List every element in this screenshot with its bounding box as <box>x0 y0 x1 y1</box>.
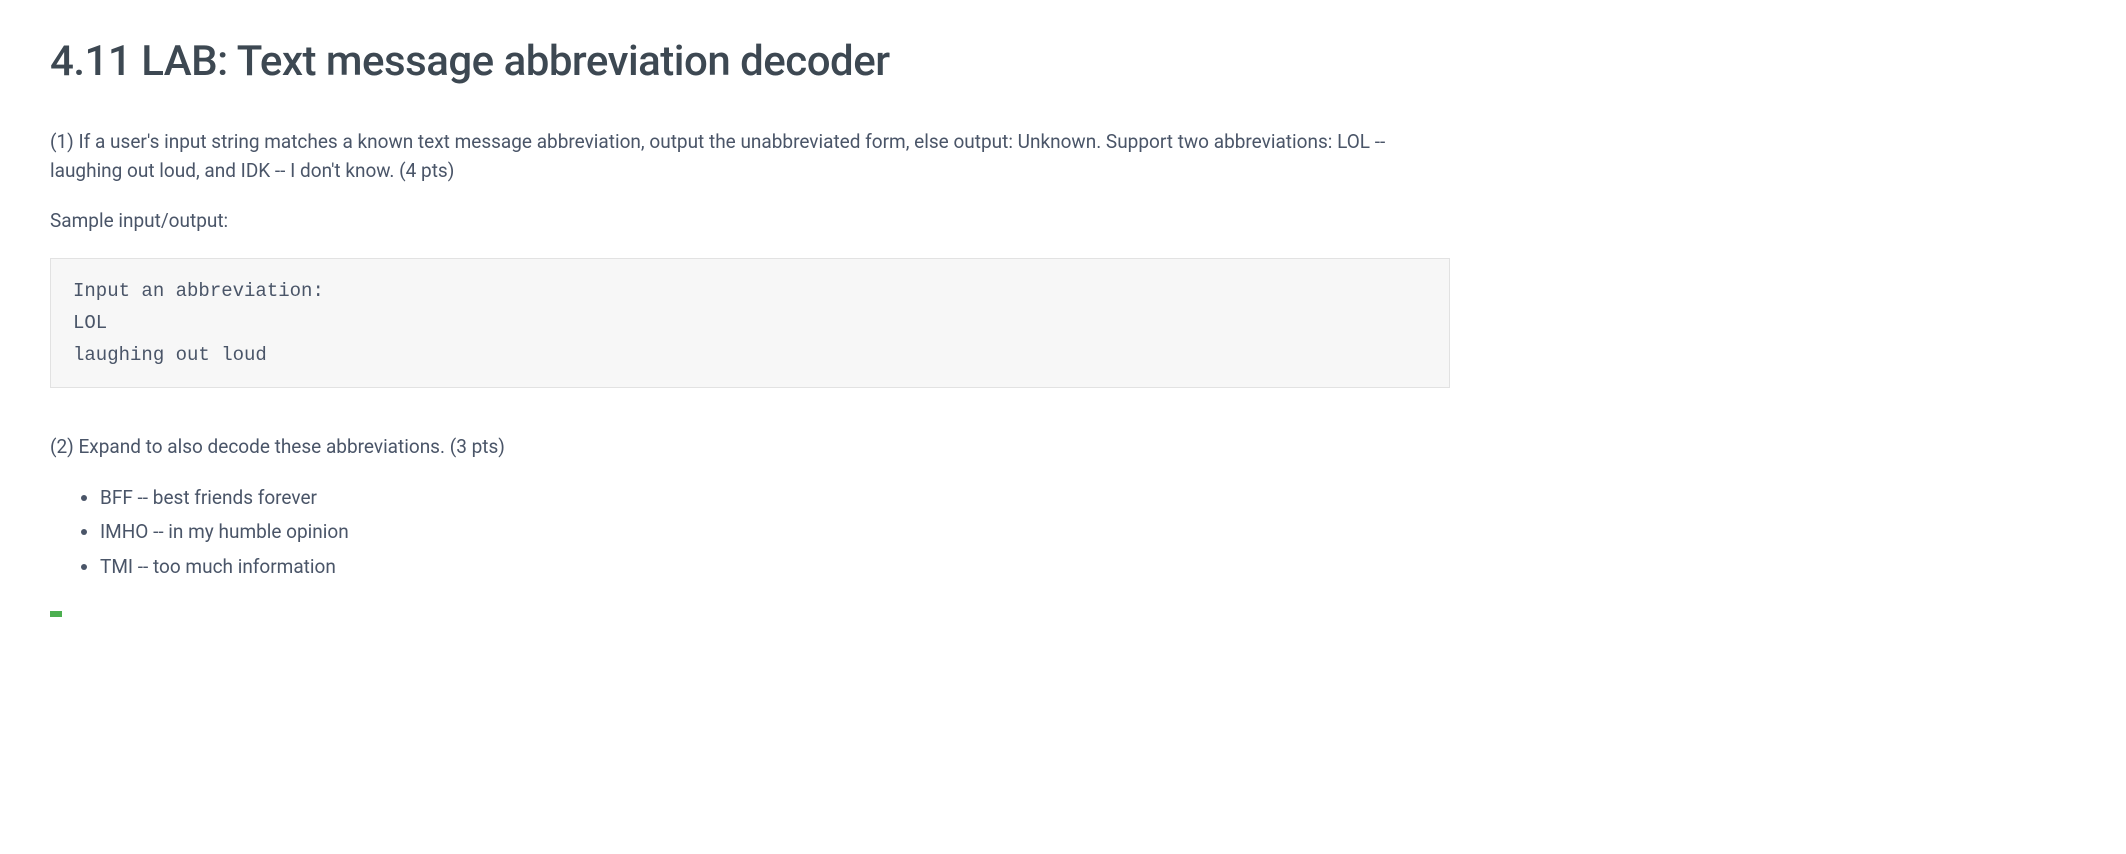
progress-indicator <box>50 611 62 617</box>
sample-io-code: Input an abbreviation: LOL laughing out … <box>50 258 1450 389</box>
instruction-paragraph-2: (2) Expand to also decode these abbrevia… <box>50 433 1450 462</box>
list-item: BFF -- best friends forever <box>100 484 1450 513</box>
instruction-paragraph-1: (1) If a user's input string matches a k… <box>50 128 1450 185</box>
abbreviation-list: BFF -- best friends forever IMHO -- in m… <box>50 484 1450 582</box>
list-item: TMI -- too much information <box>100 553 1450 582</box>
lab-content: 4.11 LAB: Text message abbreviation deco… <box>50 30 1450 617</box>
list-item: IMHO -- in my humble opinion <box>100 518 1450 547</box>
lab-title: 4.11 LAB: Text message abbreviation deco… <box>50 30 1450 93</box>
sample-io-label: Sample input/output: <box>50 207 1450 236</box>
